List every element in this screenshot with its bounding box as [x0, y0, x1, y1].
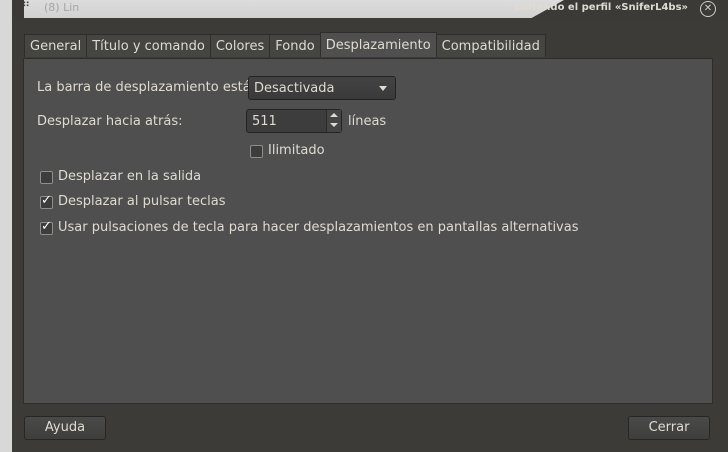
- spinner-down-icon[interactable]: [330, 123, 338, 127]
- scrollbar-dropdown[interactable]: Desactivada: [248, 76, 396, 100]
- scrollback-value[interactable]: 511: [252, 114, 277, 129]
- background-window-top: ⠿ (8) Lin: [24, 0, 564, 18]
- scrollbar-label: La barra de desplazamiento está:: [37, 80, 256, 95]
- scrollbar-value: Desactivada: [254, 81, 335, 96]
- tab-compatibility[interactable]: Compatibilidad: [435, 34, 546, 57]
- checkmark-icon: ✓: [41, 193, 52, 208]
- window-title: Editando el perfil «SniferL4bs»: [514, 2, 688, 13]
- tab-background[interactable]: Fondo: [269, 34, 321, 57]
- scroll-on-output-label: Desplazar en la salida: [58, 169, 202, 184]
- unlimited-label: Ilimitado: [268, 143, 325, 158]
- background-window: [0, 0, 12, 452]
- scrollback-label: Desplazar hacia atrás:: [37, 114, 183, 129]
- tab-scrolling[interactable]: Desplazamiento: [319, 32, 437, 57]
- chevron-down-icon: [379, 86, 387, 91]
- profile-dialog: General Título y comando Colores Fondo D…: [12, 18, 728, 452]
- help-button[interactable]: Ayuda: [24, 416, 106, 440]
- tab-general[interactable]: General: [24, 34, 88, 57]
- tab-bar: General Título y comando Colores Fondo D…: [24, 32, 546, 58]
- unlimited-checkbox[interactable]: [250, 145, 263, 158]
- close-icon[interactable]: ✕: [700, 1, 716, 17]
- tab-title-command[interactable]: Título y comando: [86, 34, 211, 57]
- drag-grip-icon: ⠿: [22, 0, 31, 10]
- scroll-on-keystroke-label: Desplazar al pulsar teclas: [58, 194, 226, 209]
- alternate-screen-scroll-checkbox[interactable]: ✓: [40, 219, 53, 235]
- spinner-buttons[interactable]: [326, 110, 341, 132]
- alternate-screen-scroll-label: Usar pulsaciones de tecla para hacer des…: [58, 220, 579, 235]
- checkmark-icon: ✓: [41, 219, 52, 234]
- scrollback-unit: líneas: [348, 114, 387, 129]
- title-bar[interactable]: ⠿ (8) Lin Editando el perfil «SniferL4bs…: [12, 0, 728, 18]
- close-button[interactable]: Cerrar: [628, 416, 710, 440]
- tab-colors[interactable]: Colores: [209, 34, 271, 57]
- scrollback-spinner[interactable]: 511: [246, 109, 342, 133]
- background-tab-label: (8) Lin: [44, 1, 80, 14]
- scroll-on-output-checkbox[interactable]: [40, 171, 53, 184]
- scroll-on-keystroke-checkbox[interactable]: ✓: [40, 193, 53, 209]
- spinner-up-icon[interactable]: [330, 113, 338, 117]
